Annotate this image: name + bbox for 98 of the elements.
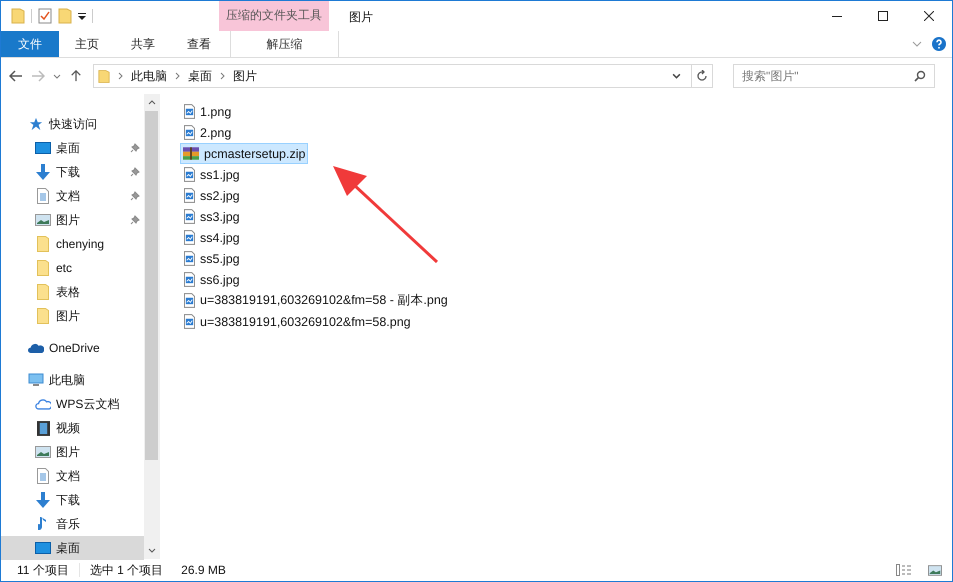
- sidebar-item[interactable]: 图片: [1, 304, 144, 328]
- breadcrumb[interactable]: 桌面: [188, 68, 212, 84]
- image-file-icon: [184, 272, 195, 287]
- pin-icon[interactable]: [130, 215, 140, 225]
- item-count: 11 个项目: [17, 562, 69, 578]
- scroll-up-icon[interactable]: [148, 100, 156, 105]
- folder-icon: [37, 236, 49, 252]
- selection-size: 26.9 MB: [181, 563, 226, 577]
- sidebar-item[interactable]: WPS云文档: [1, 392, 144, 416]
- window-title: 图片: [348, 9, 373, 26]
- ribbon-tab[interactable]: 共享: [115, 31, 171, 57]
- sidebar-item[interactable]: 音乐: [1, 512, 144, 536]
- dropdown-icon[interactable]: [78, 12, 86, 20]
- file-item[interactable]: pcmastersetup.zip: [180, 143, 308, 164]
- archive-icon: [183, 147, 199, 160]
- image-file-icon: [184, 104, 195, 119]
- file-item[interactable]: u=383819191,603269102&fm=58.png: [180, 311, 414, 332]
- ribbon-tab[interactable]: 解压缩: [230, 31, 339, 57]
- breadcrumb[interactable]: 图片: [233, 68, 257, 84]
- sidebar-item[interactable]: 文档: [1, 464, 144, 488]
- file-item[interactable]: 2.png: [180, 122, 234, 143]
- sidebar-item[interactable]: 图片: [1, 440, 144, 464]
- image-file-icon: [184, 251, 195, 266]
- picture-icon: [35, 214, 51, 226]
- refresh-icon[interactable]: [696, 70, 708, 82]
- music-note-icon: [38, 516, 48, 532]
- document-icon: [37, 468, 49, 484]
- sidebar-item[interactable]: etc: [1, 256, 144, 280]
- download-arrow-icon: [35, 164, 51, 180]
- chevron-icon[interactable]: [220, 72, 225, 80]
- sidebar-item[interactable]: 文档: [1, 184, 144, 208]
- search-field[interactable]: 搜索"图片": [733, 64, 935, 88]
- scrollbar[interactable]: [144, 94, 159, 559]
- desktop-icon: [35, 542, 51, 554]
- chevron-icon[interactable]: [118, 72, 123, 80]
- sidebar-item[interactable]: chenying: [1, 232, 144, 256]
- sidebar-item[interactable]: 此电脑: [1, 368, 144, 392]
- properties-icon[interactable]: [38, 8, 52, 24]
- sidebar-item[interactable]: 下载: [1, 488, 144, 512]
- expand-ribbon-icon[interactable]: [912, 41, 922, 47]
- image-file-icon: [184, 314, 195, 329]
- pin-icon[interactable]: [130, 191, 140, 201]
- download-arrow-icon: [35, 492, 51, 508]
- file-item[interactable]: u=383819191,603269102&fm=58 - 副本.png: [180, 290, 451, 311]
- image-file-icon: [184, 230, 195, 245]
- sidebar-item[interactable]: 表格: [1, 280, 144, 304]
- dropdown-icon[interactable]: [672, 73, 681, 79]
- back-icon[interactable]: [9, 70, 23, 82]
- desktop-icon: [35, 142, 51, 154]
- image-file-icon: [184, 293, 195, 308]
- file-item[interactable]: ss2.jpg: [180, 185, 243, 206]
- selection-count: 选中 1 个项目: [90, 562, 164, 578]
- up-icon[interactable]: [69, 70, 83, 82]
- pin-icon[interactable]: [130, 143, 140, 153]
- film-icon: [36, 420, 50, 436]
- folder-icon: [37, 260, 49, 276]
- ribbon-tab[interactable]: 文件: [1, 31, 59, 57]
- folder-icon: [98, 68, 110, 84]
- sidebar-item[interactable]: 桌面: [1, 536, 144, 560]
- file-item[interactable]: 1.png: [180, 101, 234, 122]
- scroll-down-icon[interactable]: [148, 548, 156, 553]
- folder-icon: [37, 308, 49, 324]
- address-bar[interactable]: 此电脑 桌面 图片: [93, 64, 713, 88]
- maximize-icon[interactable]: [878, 11, 888, 21]
- star-icon: [29, 117, 43, 131]
- breadcrumb[interactable]: 此电脑: [131, 68, 167, 84]
- close-icon[interactable]: [924, 11, 934, 21]
- context-tab-group: 压缩的文件夹工具: [219, 1, 329, 31]
- cloud-outline-icon: [35, 398, 51, 410]
- help-icon[interactable]: [932, 37, 946, 51]
- details-view-icon[interactable]: [896, 564, 912, 576]
- image-file-icon: [184, 167, 195, 182]
- search-icon: [914, 70, 926, 82]
- sidebar-item[interactable]: 快速访问: [1, 112, 144, 136]
- file-item[interactable]: ss6.jpg: [180, 269, 243, 290]
- large-icons-view-icon[interactable]: [928, 564, 942, 576]
- pin-icon[interactable]: [130, 167, 140, 177]
- image-file-icon: [184, 188, 195, 203]
- image-file-icon: [184, 125, 195, 140]
- ribbon-tab[interactable]: 查看: [171, 31, 227, 57]
- folder-icon: [37, 284, 49, 300]
- cloud-icon: [28, 342, 44, 354]
- recent-dropdown-icon[interactable]: [53, 74, 61, 78]
- sidebar-item[interactable]: 下载: [1, 160, 144, 184]
- file-item[interactable]: ss4.jpg: [180, 227, 243, 248]
- file-item[interactable]: ss1.jpg: [180, 164, 243, 185]
- image-file-icon: [184, 209, 195, 224]
- document-icon: [37, 188, 49, 204]
- file-item[interactable]: ss5.jpg: [180, 248, 243, 269]
- sidebar-item[interactable]: 图片: [1, 208, 144, 232]
- ribbon-tab[interactable]: 主页: [59, 31, 115, 57]
- picture-icon: [35, 446, 51, 458]
- computer-icon: [28, 373, 44, 387]
- file-item[interactable]: ss3.jpg: [180, 206, 243, 227]
- sidebar-item[interactable]: OneDrive: [1, 336, 144, 360]
- sidebar-item[interactable]: 桌面: [1, 136, 144, 160]
- chevron-icon[interactable]: [175, 72, 180, 80]
- sidebar-item[interactable]: 视频: [1, 416, 144, 440]
